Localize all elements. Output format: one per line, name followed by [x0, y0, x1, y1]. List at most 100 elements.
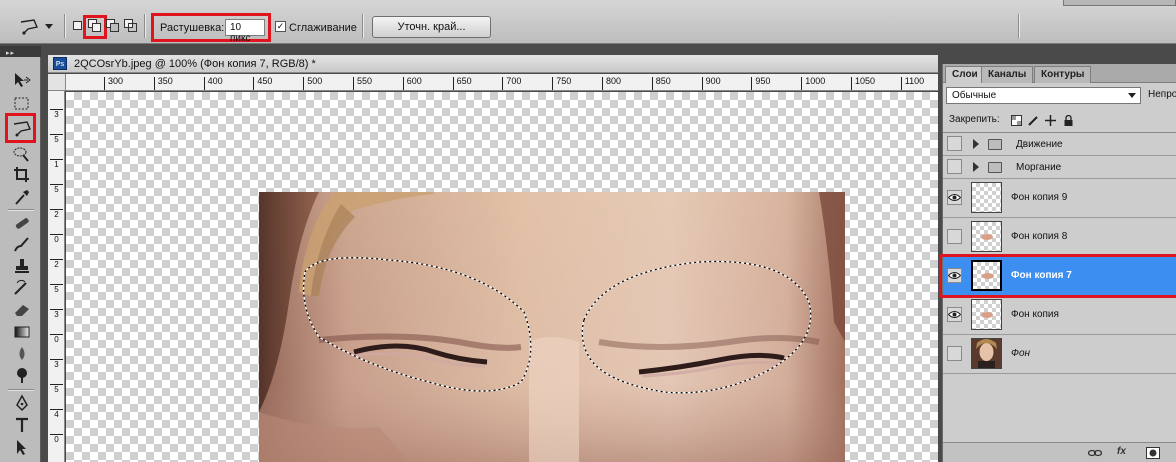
chevron-down-icon [45, 24, 53, 29]
layer-thumbnail [971, 299, 1002, 330]
dodge-icon [17, 368, 27, 383]
layer-name: Фон копия [1011, 309, 1059, 320]
ruler-tick-label: 900 [701, 77, 721, 90]
layers-list: Движение Моргание Фон копия 9 Фон копия … [939, 132, 1176, 442]
layer-group-row[interactable]: Моргание [943, 156, 1176, 179]
panel-tabs: Слои Каналы Контуры [943, 64, 1176, 83]
subtract-from-selection-button[interactable] [106, 19, 120, 33]
ruler-tick-label: 4 [50, 409, 63, 419]
refine-edge-button[interactable]: Уточн. край... [372, 16, 491, 38]
link-layers-icon[interactable] [1088, 447, 1102, 459]
visibility-toggle[interactable] [947, 136, 962, 151]
gradient-tool[interactable] [12, 323, 32, 341]
layer-row[interactable]: Фон [943, 335, 1176, 374]
document-tab[interactable]: Ps 2QCOsrYb.jpeg @ 100% (Фон копия 7, RG… [48, 55, 938, 73]
ruler-tick-label: 300 [104, 77, 123, 90]
visibility-toggle[interactable] [947, 159, 962, 174]
ruler-tick-label: 1 [50, 159, 63, 169]
rectangular-marquee-tool[interactable] [12, 95, 32, 113]
quick-selection-tool[interactable] [12, 145, 32, 163]
separator [64, 14, 66, 38]
clone-stamp-tool[interactable] [12, 257, 32, 275]
separator [362, 14, 364, 38]
vertical-ruler[interactable]: 3 5 1 5 2 0 2 5 3 0 3 5 4 0 [48, 91, 65, 462]
ruler-tick-label: 0 [50, 334, 63, 344]
toolbox-grip[interactable]: ▸▸ [0, 46, 41, 57]
move-tool[interactable] [12, 71, 32, 89]
ruler-tick-label: 0 [50, 234, 63, 244]
separator [144, 14, 146, 38]
ruler-tick-label: 5 [50, 284, 63, 294]
eyedropper-tool[interactable] [12, 188, 32, 206]
lock-label: Закрепить: [949, 114, 1000, 125]
dodge-tool[interactable] [12, 366, 32, 384]
path-selection-tool[interactable] [12, 438, 32, 456]
ruler-tick-label: 700 [502, 77, 521, 90]
tool-preset-picker[interactable] [18, 16, 58, 40]
document-title: 2QCOsrYb.jpeg @ 100% (Фон копия 7, RGB/8… [74, 58, 316, 70]
lock-position-icon[interactable] [1045, 115, 1056, 126]
feather-label: Растушевка: [160, 22, 225, 34]
panel-dock-header [938, 46, 1176, 64]
blend-mode-select[interactable]: Обычные [946, 87, 1141, 104]
ruler-tick-label: 600 [402, 77, 422, 90]
layer-row[interactable]: Фон копия 9 [943, 179, 1176, 218]
ruler-origin[interactable] [48, 74, 66, 91]
blur-tool[interactable] [12, 345, 32, 363]
type-tool[interactable] [12, 416, 32, 434]
history-brush-tool[interactable] [12, 279, 32, 297]
layer-name: Движение [1016, 139, 1063, 150]
brush-tool[interactable] [12, 235, 32, 253]
clone-stamp-icon [15, 259, 29, 273]
tab-layers[interactable]: Слои [945, 66, 985, 83]
layer-mask-icon[interactable] [1146, 447, 1160, 459]
workspace-switcher[interactable] [1063, 0, 1176, 6]
layer-thumbnail [971, 338, 1002, 369]
opacity-label: Непроз [1148, 89, 1176, 100]
visibility-toggle[interactable] [947, 190, 962, 205]
lock-transparent-icon[interactable] [1011, 115, 1022, 126]
ruler-tick-label: 2 [50, 259, 63, 269]
horizontal-ruler[interactable]: 300 350 400 450 500 550 600 650 700 750 800 850 900 9… [66, 74, 938, 91]
blur-icon [19, 347, 25, 360]
pen-tool[interactable] [12, 394, 32, 412]
path-selection-icon [17, 440, 26, 455]
ruler-tick-label: 3 [50, 359, 63, 369]
layer-style-icon[interactable]: fx [1117, 446, 1131, 458]
ruler-tick-label: 3 [50, 309, 63, 319]
crop-tool[interactable] [12, 166, 32, 184]
chevron-down-icon [1128, 93, 1136, 98]
history-brush-icon [14, 279, 27, 295]
ruler-tick-label: 0 [50, 434, 63, 444]
highlight-box [5, 113, 36, 143]
tab-channels[interactable]: Каналы [981, 66, 1034, 83]
visibility-toggle[interactable] [947, 307, 962, 322]
eyedropper-icon [15, 190, 29, 205]
ruler-tick-label: 1000 [801, 77, 825, 90]
ruler-tick-label: 1100 [900, 77, 924, 90]
layer-row[interactable]: Фон копия 8 [943, 218, 1176, 257]
visibility-toggle[interactable] [947, 229, 962, 244]
layer-row[interactable]: Фон копия [943, 296, 1176, 335]
ruler-tick-label: 550 [353, 77, 372, 90]
lock-image-icon[interactable] [1028, 115, 1039, 126]
layer-name: Фон [1011, 348, 1031, 359]
spot-healing-tool[interactable] [12, 214, 32, 232]
expand-triangle-icon[interactable] [973, 162, 979, 172]
document-canvas[interactable] [66, 92, 938, 462]
antialias-checkbox[interactable]: ✓ [275, 21, 286, 32]
intersect-selection-button[interactable] [124, 19, 138, 33]
layer-name: Фон копия 8 [1011, 231, 1068, 242]
ruler-tick-label: 450 [253, 77, 272, 90]
eraser-tool[interactable] [12, 301, 32, 319]
lock-all-icon[interactable] [1063, 115, 1074, 126]
feather-input[interactable]: 10 пикс [225, 19, 265, 44]
type-icon [16, 417, 28, 432]
ruler-tick-label: 800 [602, 77, 621, 90]
visibility-toggle[interactable] [947, 346, 962, 361]
layer-group-row[interactable]: Движение [943, 133, 1176, 156]
tab-paths[interactable]: Контуры [1034, 66, 1092, 83]
crop-icon [14, 167, 29, 182]
eraser-icon [15, 305, 29, 316]
expand-triangle-icon[interactable] [973, 139, 979, 149]
